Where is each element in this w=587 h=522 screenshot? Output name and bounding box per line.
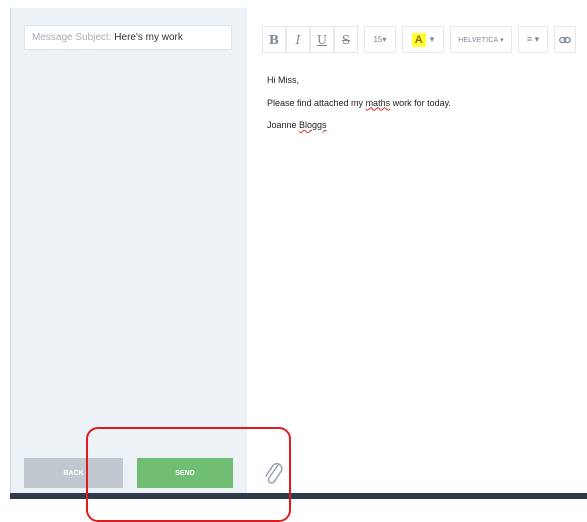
italic-button[interactable]: I: [286, 26, 310, 53]
body-text-end: work for today.: [390, 97, 451, 108]
greeting-line: Hi Miss,: [267, 75, 299, 85]
signature-line: Joanne Bloggs: [267, 120, 451, 131]
link-icon: [559, 36, 571, 43]
message-body[interactable]: Hi Miss, Please find attached my maths w…: [267, 75, 451, 143]
annotation-highlight: [86, 427, 291, 522]
left-panel: [11, 8, 247, 493]
text-style-group: B I U S: [262, 26, 358, 53]
font-size-dropdown[interactable]: 15▾: [364, 26, 396, 53]
body-text-start: Please find attached my: [267, 97, 366, 108]
chevron-down-icon: ▾: [429, 34, 435, 44]
spellcheck-surname: Bloggs: [299, 120, 327, 130]
subject-label: Message Subject:: [32, 32, 112, 43]
spellcheck-word: maths: [365, 97, 391, 108]
insert-link-button[interactable]: [554, 26, 576, 53]
bold-button[interactable]: B: [262, 26, 286, 53]
body-line: Please find attached my maths work for t…: [267, 98, 451, 109]
signature-first-name: Joanne: [267, 120, 300, 130]
text-color-swatch: A: [411, 32, 426, 47]
subject-value[interactable]: Here's my work: [114, 32, 183, 43]
font-family-dropdown[interactable]: HELVETICA ▾: [450, 26, 512, 53]
formatting-toolbar: B I U S 15▾ A ▾ HELVETICA ▾ ≡ ▾: [262, 26, 576, 53]
subject-field[interactable]: Message Subject: Here's my work: [24, 25, 232, 50]
text-color-dropdown[interactable]: A ▾: [402, 26, 444, 53]
align-dropdown[interactable]: ≡ ▾: [518, 26, 548, 53]
strikethrough-button[interactable]: S: [334, 26, 358, 53]
align-icon: ≡ ▾: [526, 34, 540, 44]
underline-button[interactable]: U: [310, 26, 334, 53]
